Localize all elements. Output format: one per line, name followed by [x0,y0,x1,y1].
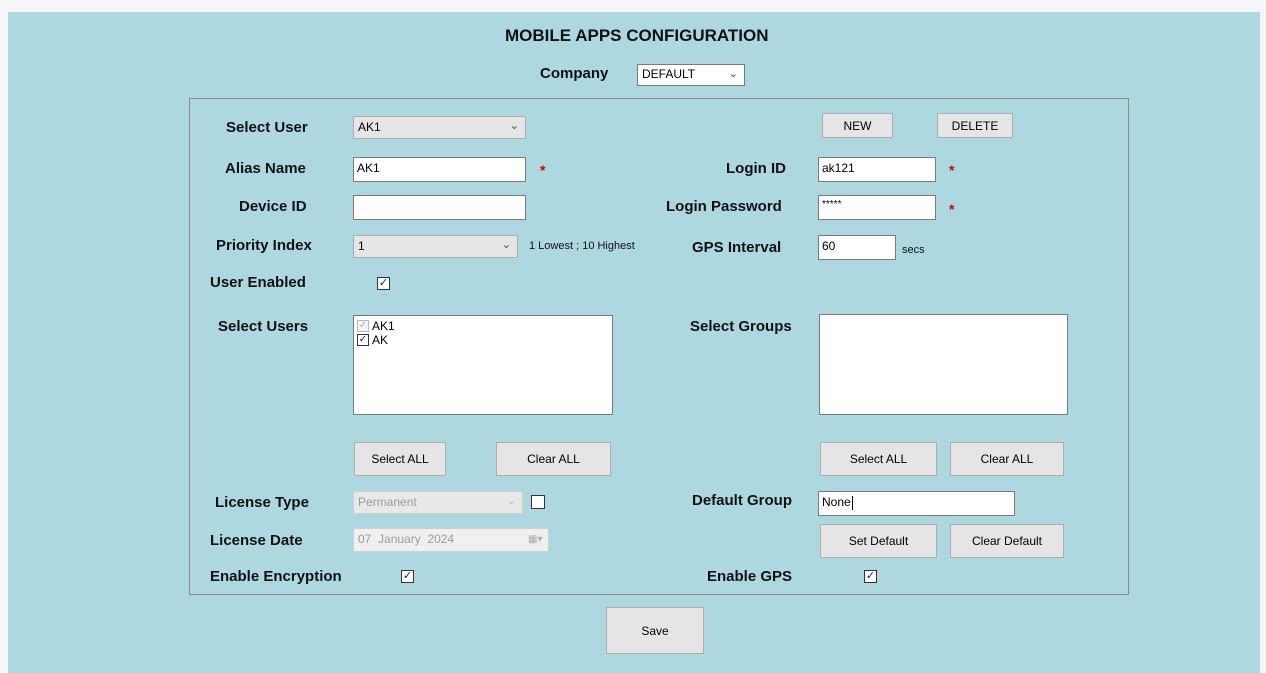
chevron-down-icon: ⌄ [506,495,516,507]
groups-clear-all-button[interactable]: Clear ALL [950,442,1064,476]
priority-index-hint: 1 Lowest ; 10 Highest [529,240,635,252]
gps-interval-input[interactable]: 60 [818,235,896,260]
company-select[interactable]: DEFAULT ⌄ [637,64,745,86]
set-default-button[interactable]: Set Default [820,524,937,558]
enable-encryption-label: Enable Encryption [210,568,342,585]
gps-interval-unit: secs [902,244,925,256]
page-title: MOBILE APPS CONFIGURATION [505,26,769,45]
gps-interval-label: GPS Interval [692,239,782,256]
alias-required-mark: * [540,162,546,178]
login-password-input[interactable]: ***** [818,195,936,220]
select-user-value: AK1 [358,120,381,134]
priority-index-value: 1 [358,239,365,253]
priority-index-label: Priority Index [216,237,312,254]
select-groups-listbox[interactable] [819,314,1068,415]
list-item[interactable]: ✓ AK [354,333,612,347]
list-item-label: AK [372,333,389,347]
license-date-day: 07 [358,532,372,546]
company-label: Company [540,65,609,82]
license-date-year: 2024 [427,532,455,546]
license-type-checkbox[interactable] [531,495,545,509]
license-type-value: Permanent [358,495,417,509]
device-id-label: Device ID [239,198,307,215]
user-item-checkbox[interactable]: ✓ [357,320,369,332]
clear-default-button[interactable]: Clear Default [950,524,1064,558]
select-users-listbox[interactable]: ✓ AK1 ✓ AK [353,315,613,415]
user-enabled-checkbox[interactable]: ✓ [377,277,390,290]
default-group-label: Default Group [692,492,792,509]
license-type-dropdown[interactable]: Permanent ⌄ [353,491,523,514]
text-caret [851,495,853,510]
enable-gps-label: Enable GPS [707,568,793,585]
license-type-label: License Type [215,494,309,511]
select-user-dropdown[interactable]: AK1 ⌄ [353,116,526,139]
device-id-input[interactable] [353,195,526,220]
default-group-value: None [822,495,851,509]
calendar-icon[interactable]: ▦▾ [528,533,544,546]
delete-button[interactable]: DELETE [937,113,1013,138]
login-id-label: Login ID [726,160,786,177]
enable-encryption-checkbox[interactable]: ✓ [401,570,414,583]
alias-name-input[interactable]: AK1 [353,157,526,182]
alias-name-label: Alias Name [225,160,306,177]
chevron-down-icon: ⌄ [501,239,511,251]
users-clear-all-button[interactable]: Clear ALL [496,442,611,476]
license-date-label: License Date [210,532,303,549]
login-password-label: Login Password [666,198,782,215]
select-users-label: Select Users [218,318,309,335]
license-date-month: January [378,532,421,546]
default-group-input[interactable]: None [818,491,1015,516]
save-button[interactable]: Save [606,607,704,654]
user-item-checkbox[interactable]: ✓ [357,334,369,346]
select-user-label: Select User [226,119,308,136]
list-item-label: AK1 [372,319,395,333]
users-select-all-button[interactable]: Select ALL [354,442,446,476]
priority-index-dropdown[interactable]: 1 ⌄ [353,235,518,258]
select-groups-label: Select Groups [690,318,792,335]
groups-select-all-button[interactable]: Select ALL [820,442,937,476]
license-date-picker[interactable]: 07 January 2024 ▦▾ [353,528,549,552]
chevron-down-icon: ⌄ [509,120,519,132]
company-select-value: DEFAULT [642,67,696,81]
chevron-down-icon: ⌄ [728,68,738,80]
user-enabled-label: User Enabled [210,274,306,291]
list-item[interactable]: ✓ AK1 [354,319,612,333]
new-button[interactable]: NEW [822,113,893,138]
enable-gps-checkbox[interactable]: ✓ [864,570,877,583]
mobile-apps-config-window: MOBILE APPS CONFIGURATION Company DEFAUL… [8,12,1260,673]
login-id-input[interactable]: ak121 [818,157,936,182]
login-password-required-mark: * [949,201,955,217]
login-id-required-mark: * [949,162,955,178]
